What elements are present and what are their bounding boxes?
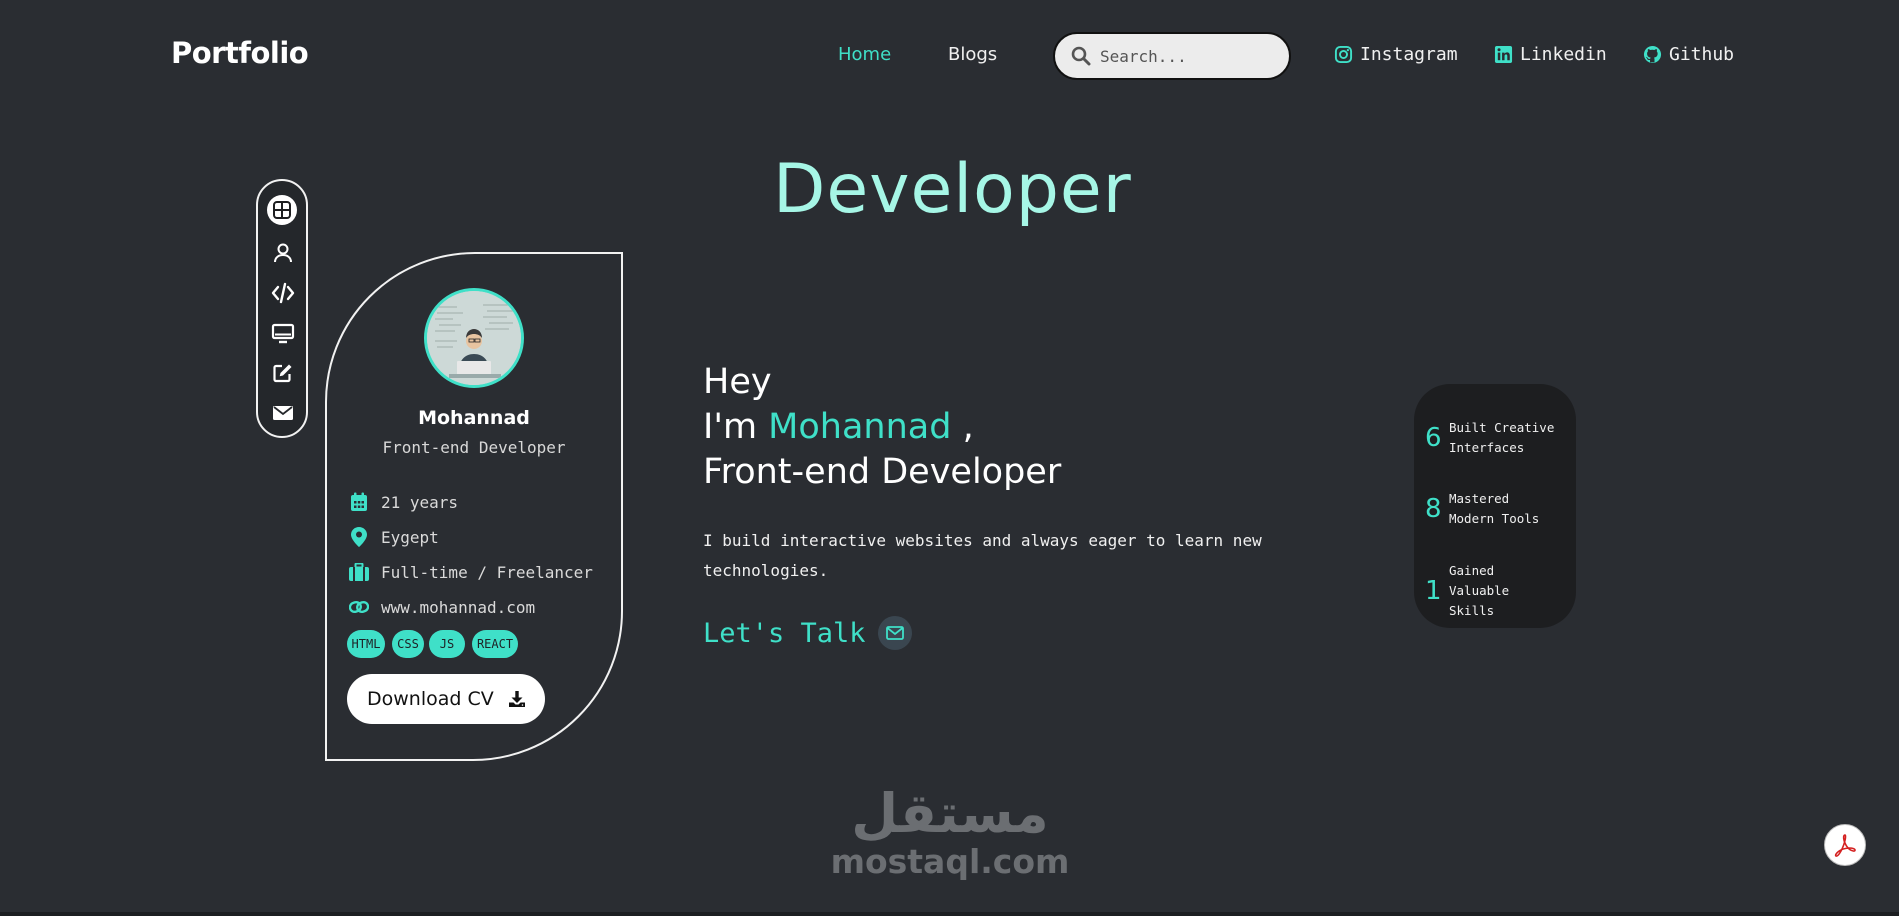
briefcase-icon (349, 563, 369, 581)
intro-description: I build interactive websites and always … (703, 531, 1262, 580)
code-icon (271, 282, 295, 304)
stat-number: 6 (1425, 423, 1442, 453)
watermark-logo: مستقل mostaql.com (820, 784, 1080, 880)
linkedin-label: Linkedin (1520, 44, 1607, 65)
profile-name: Mohannad (418, 407, 530, 429)
lets-talk-label: Let's Talk (703, 617, 866, 649)
instagram-label: Instagram (1360, 44, 1458, 65)
info-location-text: Eygept (381, 527, 439, 547)
side-nav-contact[interactable] (270, 400, 296, 426)
download-cv-button[interactable]: Download CV (347, 674, 545, 724)
download-cv-label: Download CV (367, 688, 494, 710)
envelope-icon (273, 406, 293, 420)
grid-icon (273, 201, 291, 219)
profile-role: Front-end Developer (382, 438, 566, 457)
logo[interactable]: Portfolio (171, 36, 309, 70)
edit-icon (273, 364, 292, 383)
stats-panel: 6 Built Creative Interfaces 8 Mastered M… (1414, 384, 1576, 628)
side-nav-skills[interactable] (270, 280, 296, 306)
search-bar (1053, 32, 1291, 80)
location-pin-icon (351, 527, 367, 547)
download-icon (508, 691, 525, 707)
github-link[interactable]: Github (1643, 44, 1734, 65)
nav-home-link[interactable]: Home (838, 44, 891, 65)
pdf-viewer-button[interactable] (1824, 824, 1866, 866)
user-icon (274, 243, 292, 263)
avatar (424, 288, 524, 388)
watermark-english: mostaql.com (830, 842, 1070, 881)
search-icon (1071, 46, 1091, 66)
instagram-icon (1334, 45, 1353, 64)
github-icon (1643, 45, 1662, 64)
skill-tag-css: CSS (392, 630, 424, 658)
intro-role: Front-end Developer (703, 452, 1062, 492)
info-availability: Full-time / Freelancer (349, 562, 593, 582)
monitor-icon (271, 323, 295, 344)
side-nav (256, 179, 308, 438)
intro-im: I'm (703, 407, 769, 447)
skill-tag-js: JS (429, 630, 465, 658)
intro-comma: , (951, 407, 974, 447)
lets-talk-button[interactable]: Let's Talk (703, 616, 912, 650)
intro-name: Mohannad (768, 407, 952, 447)
intro-greeting: Hey (703, 362, 772, 402)
side-nav-blog[interactable] (270, 360, 296, 386)
info-age: 21 years (349, 492, 458, 512)
side-nav-projects[interactable] (270, 320, 296, 346)
instagram-link[interactable]: Instagram (1334, 44, 1458, 65)
linkedin-icon (1494, 45, 1513, 64)
info-website[interactable]: www.mohannad.com (349, 597, 535, 617)
stat-item: 6 Built Creative Interfaces (1425, 418, 1559, 458)
nav-blogs-link[interactable]: Blogs (948, 44, 997, 65)
search-input[interactable] (1100, 46, 1270, 66)
info-website-text: www.mohannad.com (381, 597, 536, 617)
skill-tag-html: HTML (347, 630, 385, 658)
stat-number: 1 (1425, 576, 1442, 606)
stat-number: 8 (1425, 494, 1442, 524)
linkedin-link[interactable]: Linkedin (1494, 44, 1607, 65)
info-availability-text: Full-time / Freelancer (381, 562, 593, 582)
stat-item: 8 Mastered Modern Tools (1425, 489, 1559, 529)
pdf-icon (1834, 834, 1856, 857)
skill-tag-react: REACT (472, 630, 518, 658)
calendar-icon (351, 492, 367, 511)
link-icon (349, 600, 369, 614)
github-label: Github (1669, 44, 1735, 65)
watermark-arabic: مستقل (851, 782, 1049, 845)
envelope-icon (877, 616, 912, 650)
info-age-text: 21 years (381, 492, 459, 512)
intro-name-line: I'm Mohannad , (703, 405, 1061, 450)
stat-text: Gained Valuable Skills (1449, 563, 1510, 618)
hero-title: Developer (773, 150, 1132, 229)
stat-item: 1 Gained Valuable Skills (1425, 561, 1559, 621)
intro-heading: Hey I'm Mohannad , Front-end Developer (703, 360, 1061, 495)
stat-text: Built Creative Interfaces (1449, 420, 1555, 455)
bottom-divider (0, 912, 1899, 916)
side-nav-about[interactable] (270, 240, 296, 266)
stat-text: Mastered Modern Tools (1449, 491, 1540, 526)
side-nav-home[interactable] (267, 195, 297, 225)
info-location: Eygept (349, 527, 439, 547)
